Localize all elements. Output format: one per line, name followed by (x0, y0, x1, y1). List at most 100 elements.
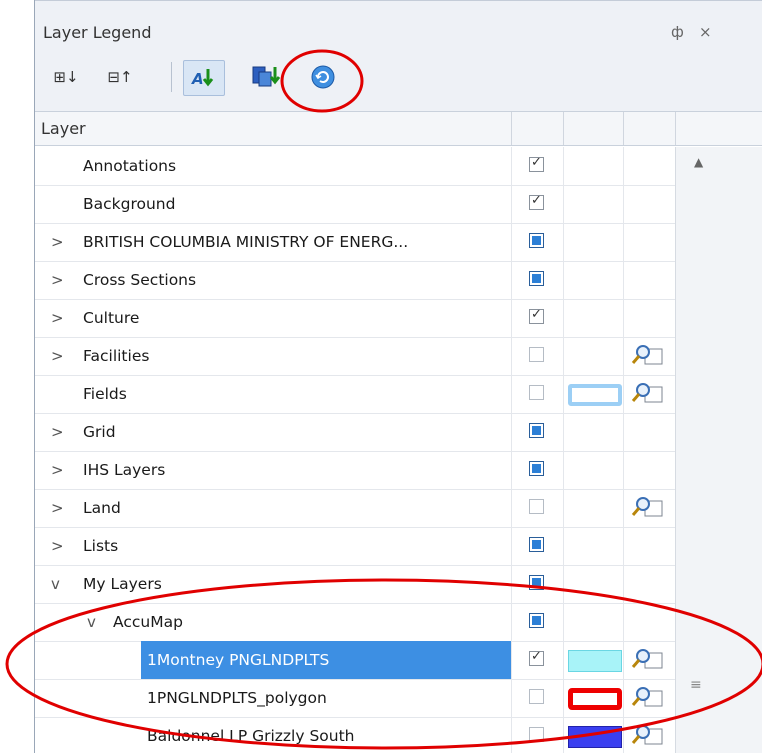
column-divider (623, 489, 624, 527)
chevron-right-icon[interactable]: > (51, 309, 64, 327)
layer-style-swatch[interactable] (568, 384, 622, 406)
visibility-checkbox[interactable] (529, 385, 544, 400)
layer-name: Cross Sections (83, 271, 197, 289)
layer-style-swatch[interactable] (568, 650, 622, 672)
chevron-right-icon[interactable]: > (51, 461, 64, 479)
collapse-all-button[interactable]: ⊟↑ (101, 62, 139, 92)
layer-row[interactable]: 1PNGLNDPLTS_polygon (35, 679, 676, 718)
chevron-right-icon[interactable]: > (51, 499, 64, 517)
layer-row[interactable]: > Land (35, 489, 676, 528)
layer-name: Annotations (83, 157, 177, 175)
column-divider (563, 261, 564, 299)
layer-row[interactable]: Annotations (35, 147, 676, 186)
visibility-checkbox[interactable] (529, 499, 544, 514)
svg-text:A: A (191, 70, 204, 88)
close-icon[interactable]: × (699, 23, 712, 41)
column-divider (623, 451, 624, 489)
pin-icon[interactable]: ф (671, 23, 684, 41)
scroll-grip-icon[interactable]: ≡ (690, 677, 702, 693)
column-divider (563, 299, 564, 337)
header-divider (675, 112, 676, 145)
zoom-to-layer-icon[interactable] (631, 343, 665, 369)
visibility-checkbox[interactable] (529, 155, 544, 172)
layer-row[interactable]: > Cross Sections (35, 261, 676, 300)
column-divider (623, 603, 624, 641)
zoom-to-layer-icon[interactable] (631, 647, 665, 673)
visibility-checkbox[interactable] (529, 575, 544, 590)
layer-row[interactable]: v AccuMap (35, 603, 676, 642)
column-divider (623, 565, 624, 603)
chevron-down-icon[interactable]: v (87, 613, 96, 631)
scroll-up-arrow-icon[interactable]: ▲ (694, 155, 703, 169)
layer-row[interactable]: 1Montney PNGLNDPLTS (35, 641, 676, 680)
column-divider (623, 717, 624, 753)
layer-row[interactable]: Background (35, 185, 676, 224)
column-divider (511, 299, 512, 337)
visibility-checkbox[interactable] (529, 307, 544, 324)
visibility-checkbox[interactable] (529, 233, 544, 248)
column-divider (563, 185, 564, 223)
column-divider (563, 451, 564, 489)
layer-name: Lists (83, 537, 119, 555)
refresh-icon (311, 65, 335, 89)
layers-order-icon (252, 66, 280, 87)
visibility-checkbox[interactable] (529, 271, 544, 286)
column-divider (511, 375, 512, 413)
visibility-checkbox[interactable] (529, 537, 544, 552)
column-divider (623, 527, 624, 565)
chevron-right-icon[interactable]: > (51, 271, 64, 289)
visibility-checkbox[interactable] (529, 613, 544, 628)
column-divider (511, 261, 512, 299)
layer-style-swatch[interactable] (568, 688, 622, 710)
layer-row[interactable]: v My Layers (35, 565, 676, 604)
column-divider (563, 337, 564, 375)
zoom-to-layer-icon[interactable] (631, 495, 665, 521)
sort-layers-button[interactable]: A (183, 60, 225, 96)
expand-all-button[interactable]: ⊞↓ (47, 62, 85, 92)
layer-row[interactable]: > Facilities (35, 337, 676, 376)
column-divider (563, 413, 564, 451)
layer-row[interactable]: Baldonnel LP Grizzly South (35, 717, 676, 753)
refresh-button[interactable] (303, 62, 343, 92)
column-divider (511, 717, 512, 753)
chevron-down-icon[interactable]: v (51, 575, 60, 593)
visibility-checkbox[interactable] (529, 689, 544, 704)
layer-name: BRITISH COLUMBIA MINISTRY OF ENERG... (83, 233, 409, 251)
column-divider (511, 565, 512, 603)
column-divider (623, 337, 624, 375)
visibility-checkbox[interactable] (529, 193, 544, 210)
layer-name: Background (83, 195, 176, 213)
layer-style-swatch[interactable] (568, 726, 622, 748)
visibility-checkbox[interactable] (529, 461, 544, 476)
zoom-to-layer-icon[interactable] (631, 723, 665, 749)
layer-row[interactable]: > BRITISH COLUMBIA MINISTRY OF ENERG... (35, 223, 676, 262)
zoom-to-layer-icon[interactable] (631, 685, 665, 711)
column-divider (563, 565, 564, 603)
zoom-to-layer-icon[interactable] (631, 381, 665, 407)
grid-header: Layer (35, 111, 762, 146)
visibility-checkbox[interactable] (529, 727, 544, 742)
chevron-right-icon[interactable]: > (51, 537, 64, 555)
layer-name: Facilities (83, 347, 150, 365)
layer-row[interactable]: > IHS Layers (35, 451, 676, 490)
layer-row[interactable]: > Grid (35, 413, 676, 452)
column-divider (511, 679, 512, 717)
vertical-scrollbar[interactable]: ▲ ≡ (675, 147, 762, 753)
visibility-checkbox[interactable] (529, 649, 544, 666)
layer-name: 1Montney PNGLNDPLTS (141, 641, 511, 679)
chevron-right-icon[interactable]: > (51, 233, 64, 251)
layer-order-button[interactable] (245, 60, 285, 94)
layer-row[interactable]: > Culture (35, 299, 676, 338)
layer-row[interactable]: Fields (35, 375, 676, 414)
chevron-right-icon[interactable]: > (51, 423, 64, 441)
layer-row[interactable]: > Lists (35, 527, 676, 566)
visibility-checkbox[interactable] (529, 423, 544, 438)
column-divider (623, 185, 624, 223)
column-divider (563, 527, 564, 565)
layer-name: My Layers (83, 575, 162, 593)
column-divider (623, 641, 624, 679)
layer-name: Grid (83, 423, 116, 441)
chevron-right-icon[interactable]: > (51, 347, 64, 365)
column-divider (511, 451, 512, 489)
visibility-checkbox[interactable] (529, 347, 544, 362)
